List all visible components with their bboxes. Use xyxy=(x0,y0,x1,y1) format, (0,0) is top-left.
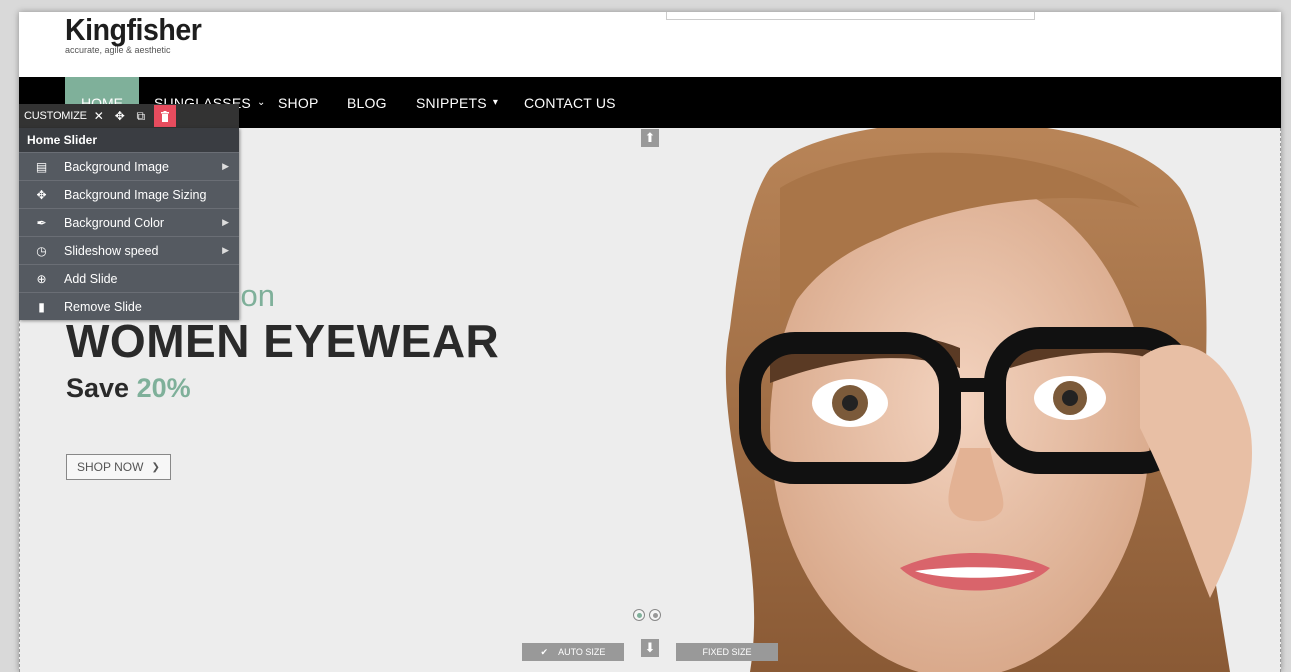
menu-title: Home Slider xyxy=(19,128,239,152)
submenu-arrow-icon: ▶ xyxy=(222,161,229,171)
move-down-icon[interactable]: ⬇ xyxy=(641,639,659,657)
site-logo[interactable]: Kingfisher accurate, agile & aesthetic xyxy=(65,12,213,56)
move-up-icon[interactable]: ⬆ xyxy=(641,129,659,147)
nav-item-shop[interactable]: SHOP xyxy=(278,77,318,128)
submenu-arrow-icon: ▶ xyxy=(222,245,229,255)
save-label: Save xyxy=(66,373,130,403)
hero-model-image xyxy=(725,128,1252,672)
hero-save-text: Save 20% xyxy=(66,373,191,404)
search-button[interactable] xyxy=(996,12,1035,20)
nav-item-label: SNIPPETS xyxy=(416,94,487,111)
nav-item-label: SHOP xyxy=(278,94,319,111)
fixed-size-label: FIXED SIZE xyxy=(702,647,752,657)
clone-icon[interactable]: ⧉ xyxy=(132,107,150,125)
chevron-down-icon: ⌄ xyxy=(256,97,266,108)
customize-menu: Home Slider ▤ Background Image ▶ ✥ Backg… xyxy=(19,128,239,320)
trash-icon: ▮ xyxy=(38,299,45,314)
nav-item-blog[interactable]: BLOG xyxy=(347,77,387,128)
move-icon[interactable]: ✥ xyxy=(111,107,129,125)
slider-indicators xyxy=(633,609,661,621)
auto-size-label: AUTO SIZE xyxy=(558,647,606,657)
fixed-size-button[interactable]: FIXED SIZE xyxy=(676,643,778,661)
logo-title: Kingfisher xyxy=(65,12,202,47)
menu-item-add-slide[interactable]: ⊕ Add Slide xyxy=(19,264,239,292)
slide-indicator-2[interactable] xyxy=(649,609,661,621)
search-input[interactable] xyxy=(666,12,998,20)
eyedropper-icon: ✒ xyxy=(36,215,47,230)
shop-now-button[interactable]: SHOP NOW ❯ xyxy=(66,454,171,480)
submenu-arrow-icon: ▶ xyxy=(222,217,229,227)
plus-circle-icon: ⊕ xyxy=(36,271,47,286)
shop-now-label: SHOP NOW xyxy=(77,460,144,474)
image-icon: ▤ xyxy=(35,159,48,174)
nav-item-snippets[interactable]: SNIPPETS ▾ xyxy=(416,77,498,128)
check-icon: ✔ xyxy=(540,646,549,657)
auto-size-button[interactable]: ✔ AUTO SIZE xyxy=(522,643,624,661)
menu-item-remove-slide[interactable]: ▮ Remove Slide xyxy=(19,292,239,320)
caret-down-icon: ▾ xyxy=(492,97,499,108)
close-icon[interactable]: ✕ xyxy=(90,107,108,125)
menu-item-label: Background Color xyxy=(64,215,165,230)
clock-icon: ◷ xyxy=(36,243,47,258)
menu-item-label: Remove Slide xyxy=(64,299,142,314)
move-icon: ✥ xyxy=(36,187,47,202)
hero-title: WOMEN EYEWEAR xyxy=(66,315,500,367)
nav-item-label: CONTACT US xyxy=(524,94,616,111)
menu-item-label: Add Slide xyxy=(64,271,118,286)
menu-item-background-image[interactable]: ▤ Background Image ▶ xyxy=(19,152,239,180)
save-percent: 20% xyxy=(136,373,191,403)
customize-toolbar: CUSTOMIZE ✕ ✥ ⧉ xyxy=(19,104,239,128)
trash-icon[interactable] xyxy=(153,105,176,127)
menu-item-background-color[interactable]: ✒ Background Color ▶ xyxy=(19,208,239,236)
menu-item-slideshow-speed[interactable]: ◷ Slideshow speed ▶ xyxy=(19,236,239,264)
menu-item-background-image-sizing[interactable]: ✥ Background Image Sizing xyxy=(19,180,239,208)
nav-item-contact-us[interactable]: CONTACT US xyxy=(524,77,616,128)
menu-item-label: Background Image Sizing xyxy=(64,187,207,202)
slide-indicator-1[interactable] xyxy=(633,609,645,621)
nav-item-label: BLOG xyxy=(347,94,387,111)
menu-item-label: Slideshow speed xyxy=(64,243,159,258)
chevron-right-icon: ❯ xyxy=(151,461,160,473)
browser-page: Kingfisher accurate, agile & aesthetic H… xyxy=(19,12,1281,672)
menu-item-label: Background Image xyxy=(64,159,169,174)
customize-label[interactable]: CUSTOMIZE xyxy=(19,110,87,122)
